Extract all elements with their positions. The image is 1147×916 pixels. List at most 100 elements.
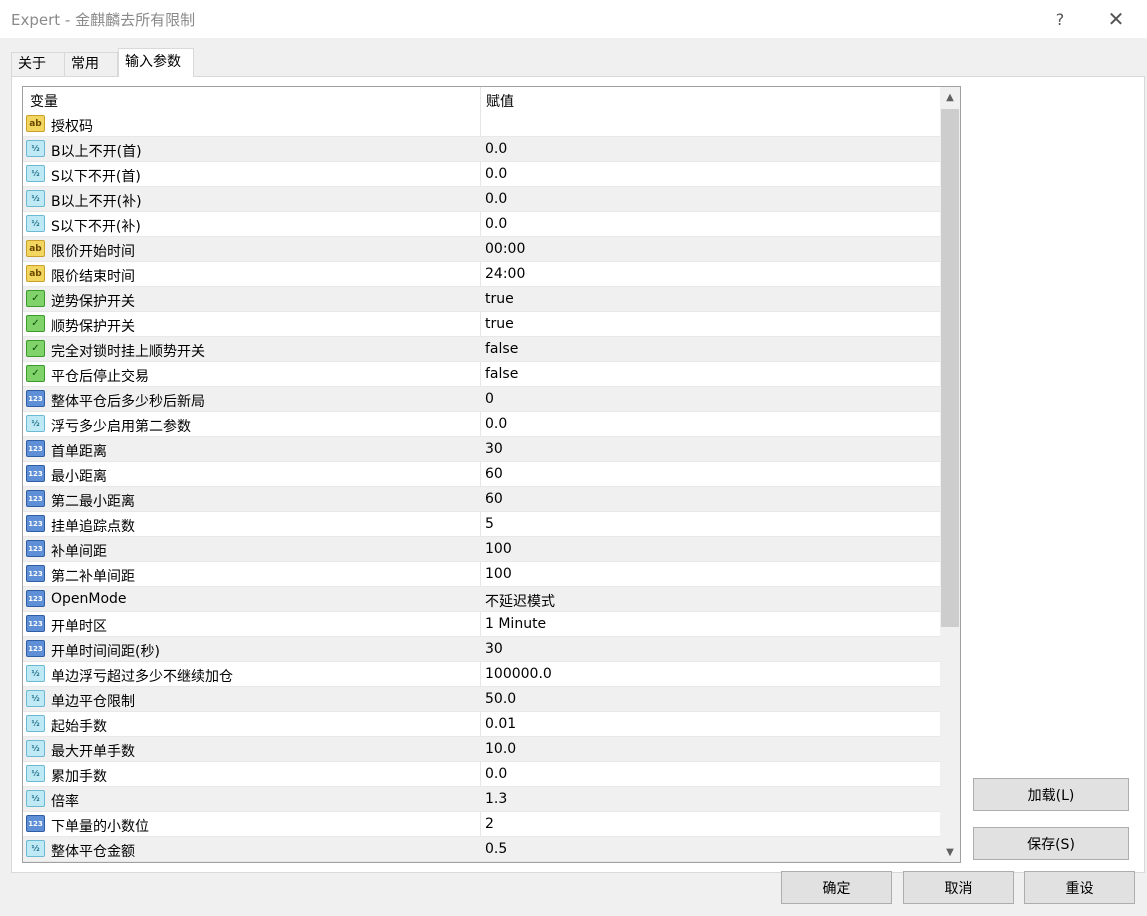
tab-about[interactable]: 关于: [11, 52, 65, 76]
parameter-value[interactable]: 50.0: [485, 691, 516, 707]
double-icon: ½: [26, 715, 45, 732]
scroll-up-icon[interactable]: ▲: [940, 87, 960, 107]
parameter-name: 挂单追踪点数: [51, 519, 135, 535]
parameter-value[interactable]: 100: [485, 566, 512, 582]
table-row[interactable]: ½ 整体平仓金额 0.5: [23, 837, 940, 862]
int-icon: 123: [26, 515, 45, 532]
parameter-value[interactable]: 100000.0: [485, 666, 552, 682]
table-row[interactable]: ½ 起始手数 0.01: [23, 712, 940, 737]
table-row[interactable]: ½ 累加手数 0.0: [23, 762, 940, 787]
parameter-value[interactable]: 60: [485, 466, 503, 482]
load-button[interactable]: 加载(L): [973, 778, 1129, 811]
table-row[interactable]: ½ B以上不开(首) 0.0: [23, 137, 940, 162]
table-row[interactable]: 123 最小距离 60: [23, 462, 940, 487]
parameter-value[interactable]: false: [485, 366, 518, 382]
parameter-value[interactable]: 2: [485, 816, 494, 832]
table-row[interactable]: ½ 倍率 1.3: [23, 787, 940, 812]
parameter-value[interactable]: 0.0: [485, 191, 507, 207]
table-row[interactable]: ✓ 逆势保护开关 true: [23, 287, 940, 312]
parameter-value[interactable]: true: [485, 316, 514, 332]
parameter-value[interactable]: 0.0: [485, 766, 507, 782]
parameter-value[interactable]: 0: [485, 391, 494, 407]
string-icon: ab: [26, 240, 45, 257]
table-row[interactable]: 123 OpenMode 不延迟模式: [23, 587, 940, 612]
parameter-name: 累加手数: [51, 769, 107, 785]
int-icon: 123: [26, 590, 45, 607]
string-icon: ab: [26, 115, 45, 132]
parameter-value[interactable]: 0.0: [485, 141, 507, 157]
double-icon: ½: [26, 140, 45, 157]
parameter-name: 第二最小距离: [51, 494, 135, 510]
parameter-name: 下单量的小数位: [51, 819, 149, 835]
parameter-value[interactable]: 24:00: [485, 266, 525, 282]
table-row[interactable]: ab 授权码: [23, 112, 940, 137]
column-header-variable[interactable]: 变量: [30, 91, 58, 111]
table-row[interactable]: 123 开单时间间距(秒) 30: [23, 637, 940, 662]
table-row[interactable]: ab 限价开始时间 00:00: [23, 237, 940, 262]
double-icon: ½: [26, 665, 45, 682]
parameter-value[interactable]: 1 Minute: [485, 616, 546, 632]
parameter-name: 开单时间间距(秒): [51, 644, 160, 660]
table-row[interactable]: 123 补单间距 100: [23, 537, 940, 562]
parameter-value[interactable]: 10.0: [485, 741, 516, 757]
scroll-down-icon[interactable]: ▼: [940, 842, 960, 862]
parameter-value[interactable]: 00:00: [485, 241, 525, 257]
table-row[interactable]: ✓ 平仓后停止交易 false: [23, 362, 940, 387]
table-row[interactable]: ✓ 完全对锁时挂上顺势开关 false: [23, 337, 940, 362]
table-row[interactable]: ½ B以上不开(补) 0.0: [23, 187, 940, 212]
table-row[interactable]: 123 整体平仓后多少秒后新局 0: [23, 387, 940, 412]
tab-inputs[interactable]: 输入参数: [118, 48, 194, 77]
parameter-value[interactable]: 30: [485, 641, 503, 657]
table-row[interactable]: ½ 最大开单手数 10.0: [23, 737, 940, 762]
double-icon: ½: [26, 790, 45, 807]
parameter-name: 单边平仓限制: [51, 694, 135, 710]
parameter-value[interactable]: 100: [485, 541, 512, 557]
table-row[interactable]: 123 首单距离 30: [23, 437, 940, 462]
close-button[interactable]: ✕: [1096, 5, 1136, 33]
parameter-value[interactable]: 0.01: [485, 716, 516, 732]
scroll-thumb[interactable]: [941, 109, 959, 627]
help-button[interactable]: ?: [1040, 5, 1080, 33]
save-button[interactable]: 保存(S): [973, 827, 1129, 860]
reset-button[interactable]: 重设: [1024, 871, 1135, 904]
table-row[interactable]: ½ 单边平仓限制 50.0: [23, 687, 940, 712]
parameter-name: 开单时区: [51, 619, 107, 635]
cancel-button[interactable]: 取消: [903, 871, 1014, 904]
table-row[interactable]: ½ 浮亏多少启用第二参数 0.0: [23, 412, 940, 437]
parameter-value[interactable]: 5: [485, 516, 494, 532]
double-icon: ½: [26, 840, 45, 857]
table-row[interactable]: ✓ 顺势保护开关 true: [23, 312, 940, 337]
parameter-value[interactable]: 0.0: [485, 216, 507, 232]
double-icon: ½: [26, 190, 45, 207]
parameter-name: 限价结束时间: [51, 269, 135, 285]
parameter-value[interactable]: 0.0: [485, 416, 507, 432]
parameter-name: 浮亏多少启用第二参数: [51, 419, 191, 435]
table-row[interactable]: 123 下单量的小数位 2: [23, 812, 940, 837]
table-row[interactable]: 123 第二最小距离 60: [23, 487, 940, 512]
parameter-name: 整体平仓后多少秒后新局: [51, 394, 205, 410]
table-row[interactable]: 123 开单时区 1 Minute: [23, 612, 940, 637]
parameter-value[interactable]: 0.0: [485, 166, 507, 182]
parameter-value[interactable]: true: [485, 291, 514, 307]
parameter-value[interactable]: 60: [485, 491, 503, 507]
parameter-value[interactable]: 1.3: [485, 791, 507, 807]
parameter-value[interactable]: 0.5: [485, 841, 507, 857]
column-header-value[interactable]: 赋值: [486, 91, 514, 111]
table-row[interactable]: ½ S以下不开(首) 0.0: [23, 162, 940, 187]
table-row[interactable]: ½ 单边浮亏超过多少不继续加仓 100000.0: [23, 662, 940, 687]
parameters-grid: 变量 赋值 ab 授权码 ½ B以上不开(首) 0.0 ½ S以下不开(首) 0.0 ½ B以上不…: [22, 86, 961, 863]
table-row[interactable]: 123 挂单追踪点数 5: [23, 512, 940, 537]
parameter-value[interactable]: 不延迟模式: [485, 591, 555, 611]
table-row[interactable]: 123 第二补单间距 100: [23, 562, 940, 587]
string-icon: ab: [26, 265, 45, 282]
int-icon: 123: [26, 440, 45, 457]
ok-button[interactable]: 确定: [781, 871, 892, 904]
parameter-value[interactable]: 30: [485, 441, 503, 457]
tab-common[interactable]: 常用: [64, 52, 118, 76]
parameter-name: OpenMode: [51, 591, 127, 607]
table-row[interactable]: ab 限价结束时间 24:00: [23, 262, 940, 287]
parameter-value[interactable]: false: [485, 341, 518, 357]
parameter-name: S以下不开(首): [51, 169, 141, 185]
vertical-scrollbar[interactable]: ▲ ▼: [940, 87, 960, 862]
table-row[interactable]: ½ S以下不开(补) 0.0: [23, 212, 940, 237]
